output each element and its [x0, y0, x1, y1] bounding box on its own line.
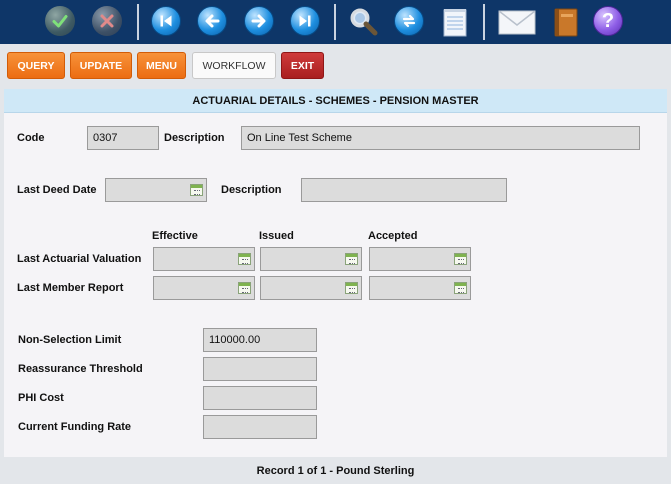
current-funding-rate-label: Current Funding Rate: [18, 421, 132, 433]
last-record-icon[interactable]: [290, 6, 322, 38]
valuation-effective-date-field[interactable]: [153, 247, 255, 271]
update-button[interactable]: UPDATE: [70, 52, 132, 79]
calendar-icon[interactable]: [454, 282, 467, 294]
deed-description-field[interactable]: [301, 178, 507, 202]
refresh-icon[interactable]: [394, 6, 426, 38]
book-icon[interactable]: [549, 6, 581, 38]
calendar-icon[interactable]: [454, 253, 467, 265]
calendar-icon[interactable]: [190, 184, 203, 196]
code-label: Code: [17, 132, 45, 144]
column-header-accepted: Accepted: [368, 230, 418, 242]
deed-description-label: Description: [221, 184, 282, 196]
main-toolbar: ?: [0, 0, 671, 44]
member-report-effective-date-field[interactable]: [153, 276, 255, 300]
column-header-issued: Issued: [259, 230, 294, 242]
non-selection-limit-field[interactable]: 110000.00: [203, 328, 317, 352]
member-report-accepted-date-field[interactable]: [369, 276, 471, 300]
last-deed-date-label: Last Deed Date: [17, 184, 97, 196]
member-report-issued-date-field[interactable]: [260, 276, 362, 300]
last-deed-date-field[interactable]: [105, 178, 207, 202]
mail-icon[interactable]: [497, 6, 537, 38]
next-record-icon[interactable]: [244, 6, 276, 38]
calendar-icon[interactable]: [345, 282, 358, 294]
phi-cost-label: PHI Cost: [18, 392, 64, 404]
workflow-button[interactable]: WORKFLOW: [192, 52, 276, 79]
confirm-icon[interactable]: [45, 6, 77, 38]
phi-cost-field[interactable]: [203, 386, 317, 410]
cancel-icon[interactable]: [92, 6, 124, 38]
panel-title: ACTUARIAL DETAILS - SCHEMES - PENSION MA…: [4, 89, 667, 113]
menu-button[interactable]: MENU: [137, 52, 186, 79]
toolbar-separator: [483, 4, 485, 40]
calendar-icon[interactable]: [238, 282, 251, 294]
pension-master-panel: ACTUARIAL DETAILS - SCHEMES - PENSION MA…: [4, 89, 667, 457]
help-icon[interactable]: ?: [593, 6, 625, 38]
search-icon[interactable]: [347, 6, 379, 38]
calendar-icon[interactable]: [238, 253, 251, 265]
record-status: Record 1 of 1 - Pound Sterling: [256, 464, 415, 477]
action-bar: QUERY UPDATE MENU WORKFLOW EXIT: [0, 44, 671, 88]
valuation-issued-date-field[interactable]: [260, 247, 362, 271]
current-funding-rate-field[interactable]: [203, 415, 317, 439]
valuation-accepted-date-field[interactable]: [369, 247, 471, 271]
toolbar-separator: [334, 4, 336, 40]
toolbar-separator: [137, 4, 139, 40]
reassurance-threshold-field[interactable]: [203, 357, 317, 381]
reassurance-threshold-label: Reassurance Threshold: [18, 363, 143, 375]
last-actuarial-valuation-label: Last Actuarial Valuation: [17, 253, 142, 265]
previous-record-icon[interactable]: [197, 6, 229, 38]
first-record-icon[interactable]: [151, 6, 183, 38]
non-selection-limit-label: Non-Selection Limit: [18, 334, 122, 346]
description-field[interactable]: On Line Test Scheme: [241, 126, 640, 150]
calendar-icon[interactable]: [345, 253, 358, 265]
last-member-report-label: Last Member Report: [17, 282, 124, 294]
column-header-effective: Effective: [152, 230, 198, 242]
query-button[interactable]: QUERY: [7, 52, 65, 79]
exit-button[interactable]: EXIT: [281, 52, 324, 79]
code-field[interactable]: 0307: [87, 126, 159, 150]
description-label: Description: [164, 132, 225, 144]
notepad-icon[interactable]: [439, 6, 471, 38]
